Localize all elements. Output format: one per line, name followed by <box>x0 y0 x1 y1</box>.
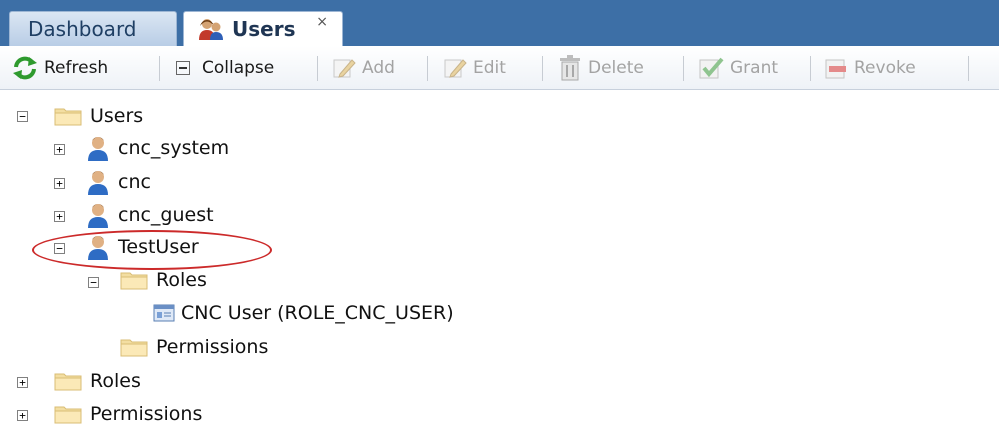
folder-icon <box>54 404 82 424</box>
expand-toggle[interactable]: + <box>17 377 28 388</box>
tree-node-user-cnc[interactable]: cnc <box>86 167 151 197</box>
tree-node-label: Users <box>90 105 144 127</box>
folder-icon <box>120 270 148 290</box>
add-button[interactable]: Add <box>332 46 395 90</box>
role-card-icon <box>153 302 175 324</box>
collapse-toggle[interactable]: − <box>17 111 28 122</box>
tree-node-label: Roles <box>90 370 141 392</box>
toolbar-divider <box>542 56 543 81</box>
tree-node-label: cnc_guest <box>118 204 214 226</box>
revoke-icon <box>824 56 848 80</box>
tab-users-label: Users <box>232 17 296 41</box>
folder-icon <box>54 371 82 391</box>
tree-node-label: Permissions <box>90 403 203 425</box>
tab-users[interactable]: Users × <box>183 11 343 46</box>
collapse-label: Collapse <box>202 58 275 78</box>
tab-strip: Dashboard Users × <box>0 0 999 46</box>
delete-label: Delete <box>588 58 644 78</box>
toolbar-divider <box>968 56 969 81</box>
delete-button[interactable]: Delete <box>558 46 644 90</box>
collapse-button[interactable]: Collapse <box>176 46 274 90</box>
tree-node-testuser-permissions[interactable]: Permissions <box>120 332 268 362</box>
tab-dashboard-label: Dashboard <box>28 17 137 41</box>
tree-node-label: Roles <box>156 269 207 291</box>
toolbar: Refresh Collapse Add Edit Delete Grant R… <box>0 46 999 90</box>
tree-node-roles[interactable]: Roles <box>54 366 141 396</box>
toolbar-divider <box>683 56 684 81</box>
edit-button[interactable]: Edit <box>443 46 506 90</box>
users-group-icon <box>198 17 224 41</box>
tree-node-permissions[interactable]: Permissions <box>54 399 202 429</box>
tree-node-user-cnc-guest[interactable]: cnc_guest <box>86 200 214 230</box>
revoke-button[interactable]: Revoke <box>824 46 916 90</box>
tree-node-label: CNC User (ROLE_CNC_USER) <box>181 302 454 324</box>
expand-toggle[interactable]: + <box>54 178 65 189</box>
user-icon <box>86 202 110 228</box>
toolbar-divider <box>810 56 811 81</box>
folder-icon <box>120 337 148 357</box>
tree-node-role-cnc-user[interactable]: CNC User (ROLE_CNC_USER) <box>153 298 454 328</box>
expand-toggle[interactable]: + <box>17 410 28 421</box>
add-label: Add <box>362 58 395 78</box>
checkmark-icon <box>698 56 724 80</box>
expand-toggle[interactable]: + <box>54 211 65 222</box>
expand-toggle[interactable]: + <box>54 144 65 155</box>
toolbar-divider <box>159 56 160 81</box>
tree-node-users[interactable]: Users <box>54 101 143 131</box>
tree-node-label: Permissions <box>156 336 269 358</box>
toolbar-divider <box>427 56 428 81</box>
tab-close-icon[interactable]: × <box>316 14 328 30</box>
user-icon <box>86 169 110 195</box>
highlight-ellipse <box>32 230 272 270</box>
add-pencil-icon <box>332 56 356 80</box>
user-icon <box>86 135 110 161</box>
refresh-icon <box>12 56 38 80</box>
grant-button[interactable]: Grant <box>698 46 778 90</box>
edit-label: Edit <box>473 58 506 78</box>
tree-node-label: cnc_system <box>118 137 230 159</box>
revoke-label: Revoke <box>854 58 916 78</box>
tree-node-user-cnc-system[interactable]: cnc_system <box>86 133 229 163</box>
tab-dashboard[interactable]: Dashboard <box>9 11 177 46</box>
toolbar-divider <box>317 56 318 81</box>
tree-node-label: cnc <box>118 171 151 193</box>
collapse-icon <box>176 61 190 75</box>
users-tree: − Users + cnc_system + cnc + cnc_guest −… <box>0 96 999 445</box>
refresh-button[interactable]: Refresh <box>12 46 108 90</box>
edit-pencil-icon <box>443 56 467 80</box>
trash-icon <box>558 55 582 81</box>
refresh-label: Refresh <box>44 58 109 78</box>
collapse-toggle[interactable]: − <box>88 277 99 288</box>
grant-label: Grant <box>730 58 779 78</box>
folder-icon <box>54 106 82 126</box>
